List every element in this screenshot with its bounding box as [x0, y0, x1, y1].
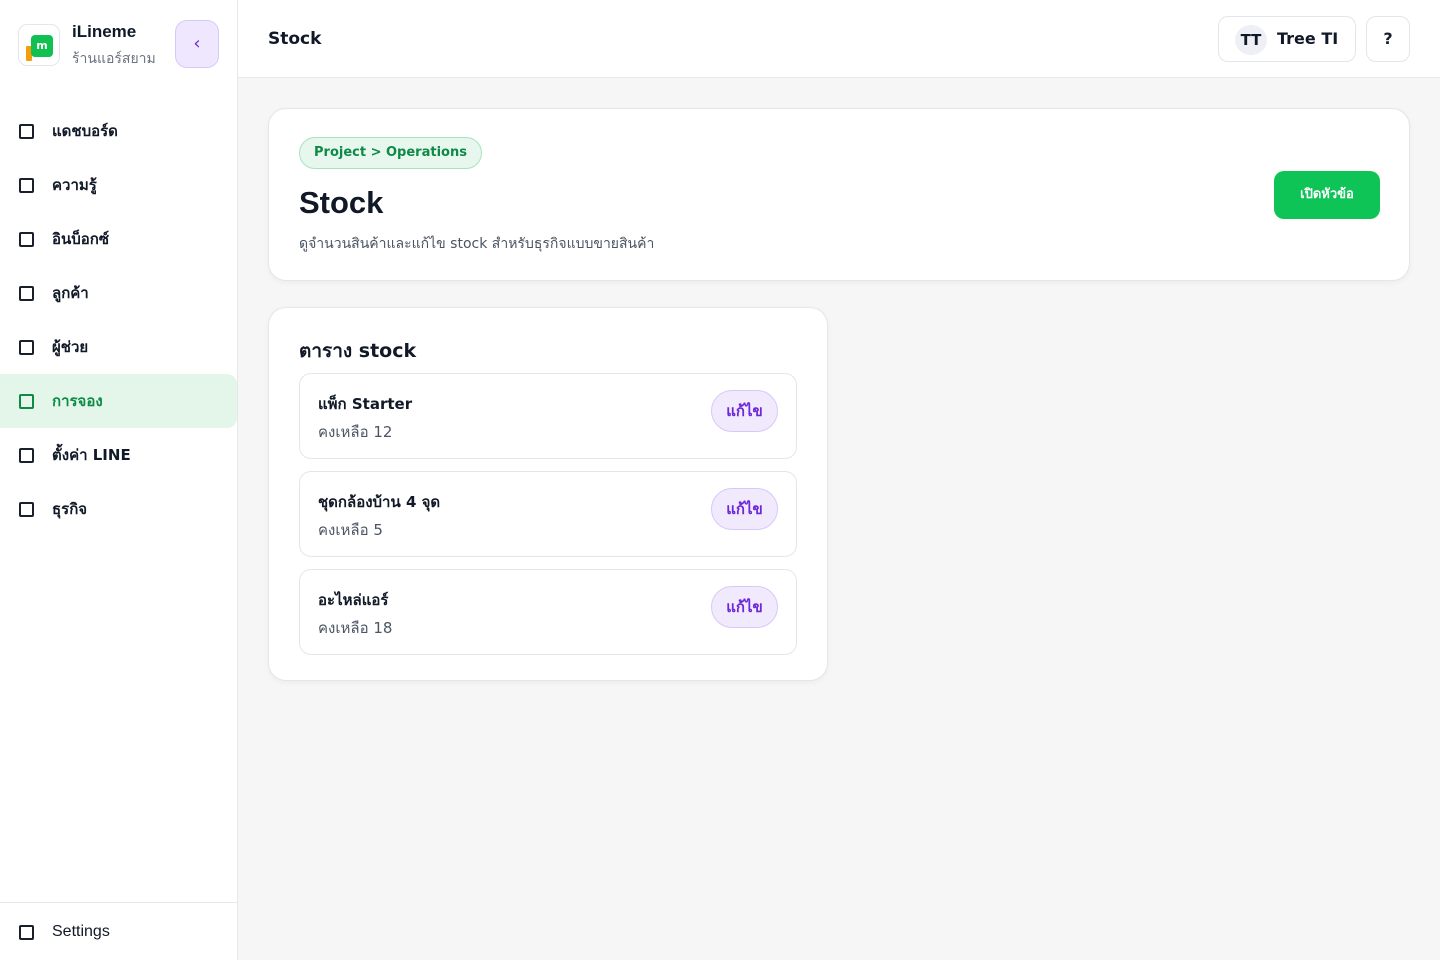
collapse-sidebar-button[interactable]: ‹	[175, 20, 219, 68]
sidebar-item-label: ลูกค้า	[52, 284, 89, 302]
sidebar: m iLineme ร้านแอร์สยาม ‹ แดชบอร์ด ความรู…	[0, 0, 238, 960]
sidebar-item-assistant[interactable]: ผู้ช่วย	[0, 320, 237, 374]
checkbox-icon	[19, 123, 34, 139]
app-logo: m	[18, 24, 60, 66]
sidebar-item-knowledge[interactable]: ความรู้	[0, 158, 237, 212]
checkbox-icon	[19, 501, 34, 517]
sidebar-item-label: แดชบอร์ด	[52, 122, 118, 140]
product-quantity: คงเหลือ 5	[318, 521, 383, 539]
sidebar-footer: Settings	[0, 902, 237, 960]
edit-button[interactable]: แก้ไข	[711, 390, 778, 432]
edit-button[interactable]: แก้ไข	[711, 488, 778, 530]
app-name: iLineme	[72, 22, 137, 41]
sidebar-item-label: ผู้ช่วย	[52, 338, 89, 356]
edit-button[interactable]: แก้ไข	[711, 586, 778, 628]
sidebar-item-customers[interactable]: ลูกค้า	[0, 266, 237, 320]
product-name: อะไหล่แอร์	[318, 591, 389, 609]
checkbox-icon	[19, 177, 34, 193]
list-item: แพ็ก Starter คงเหลือ 12 แก้ไข	[299, 373, 797, 459]
sidebar-item-inbox[interactable]: อินบ็อกซ์	[0, 212, 237, 266]
section-description: ดูจำนวนสินค้าและแก้ไข stock สำหรับธุรกิจ…	[299, 236, 655, 252]
stock-list: แพ็ก Starter คงเหลือ 12 แก้ไข ชุดกล้องบ้…	[299, 373, 797, 667]
sidebar-item-dashboard[interactable]: แดชบอร์ด	[0, 104, 237, 158]
product-name: แพ็ก Starter	[318, 395, 413, 413]
avatar: TT	[1235, 25, 1267, 55]
page-header-card: Project > Operations Stock ดูจำนวนสินค้า…	[268, 108, 1410, 281]
checkbox-icon	[19, 393, 34, 409]
sidebar-item-label: ตั้งค่า LINE	[52, 446, 131, 464]
sidebar-item-label: อินบ็อกซ์	[52, 230, 110, 248]
stock-table-card: ตาราง stock แพ็ก Starter คงเหลือ 12 แก้ไ…	[268, 307, 828, 681]
product-quantity: คงเหลือ 12	[318, 423, 393, 441]
checkbox-icon	[19, 924, 34, 940]
page-title: Stock	[268, 29, 322, 49]
checkbox-icon	[19, 339, 34, 355]
sidebar-item-label: ความรู้	[52, 176, 97, 194]
breadcrumb: Project > Operations	[299, 137, 482, 169]
product-quantity: คงเหลือ 18	[318, 619, 393, 637]
help-button[interactable]: ?	[1366, 16, 1410, 62]
logo-mark: m	[31, 35, 53, 57]
section-title: Stock	[299, 185, 384, 220]
shop-name: ร้านแอร์สยาม	[72, 51, 156, 67]
stock-table-title: ตาราง stock	[299, 340, 417, 362]
product-name: ชุดกล้องบ้าน 4 จุด	[318, 493, 441, 511]
sidebar-item-label: ธุรกิจ	[52, 500, 88, 518]
sidebar-item-label: การจอง	[52, 392, 103, 410]
sidebar-item-business[interactable]: ธุรกิจ	[0, 482, 237, 536]
sidebar-nav: แดชบอร์ด ความรู้ อินบ็อกซ์ ลูกค้า ผู้ช่ว…	[0, 104, 237, 536]
checkbox-icon	[19, 231, 34, 247]
list-item: ชุดกล้องบ้าน 4 จุด คงเหลือ 5 แก้ไข	[299, 471, 797, 557]
sidebar-item-settings[interactable]: Settings	[0, 903, 237, 960]
user-menu-button[interactable]: TT Tree TI	[1218, 16, 1356, 62]
sidebar-item-booking[interactable]: การจอง	[0, 374, 237, 428]
checkbox-icon	[19, 447, 34, 463]
sidebar-item-label: Settings	[52, 923, 110, 940]
checkbox-icon	[19, 285, 34, 301]
open-topic-button[interactable]: เปิดหัวข้อ	[1274, 171, 1380, 219]
list-item: อะไหล่แอร์ คงเหลือ 18 แก้ไข	[299, 569, 797, 655]
top-bar: Stock TT Tree TI ?	[238, 0, 1440, 78]
sidebar-item-line-settings[interactable]: ตั้งค่า LINE	[0, 428, 237, 482]
user-name: Tree TI	[1277, 29, 1339, 48]
